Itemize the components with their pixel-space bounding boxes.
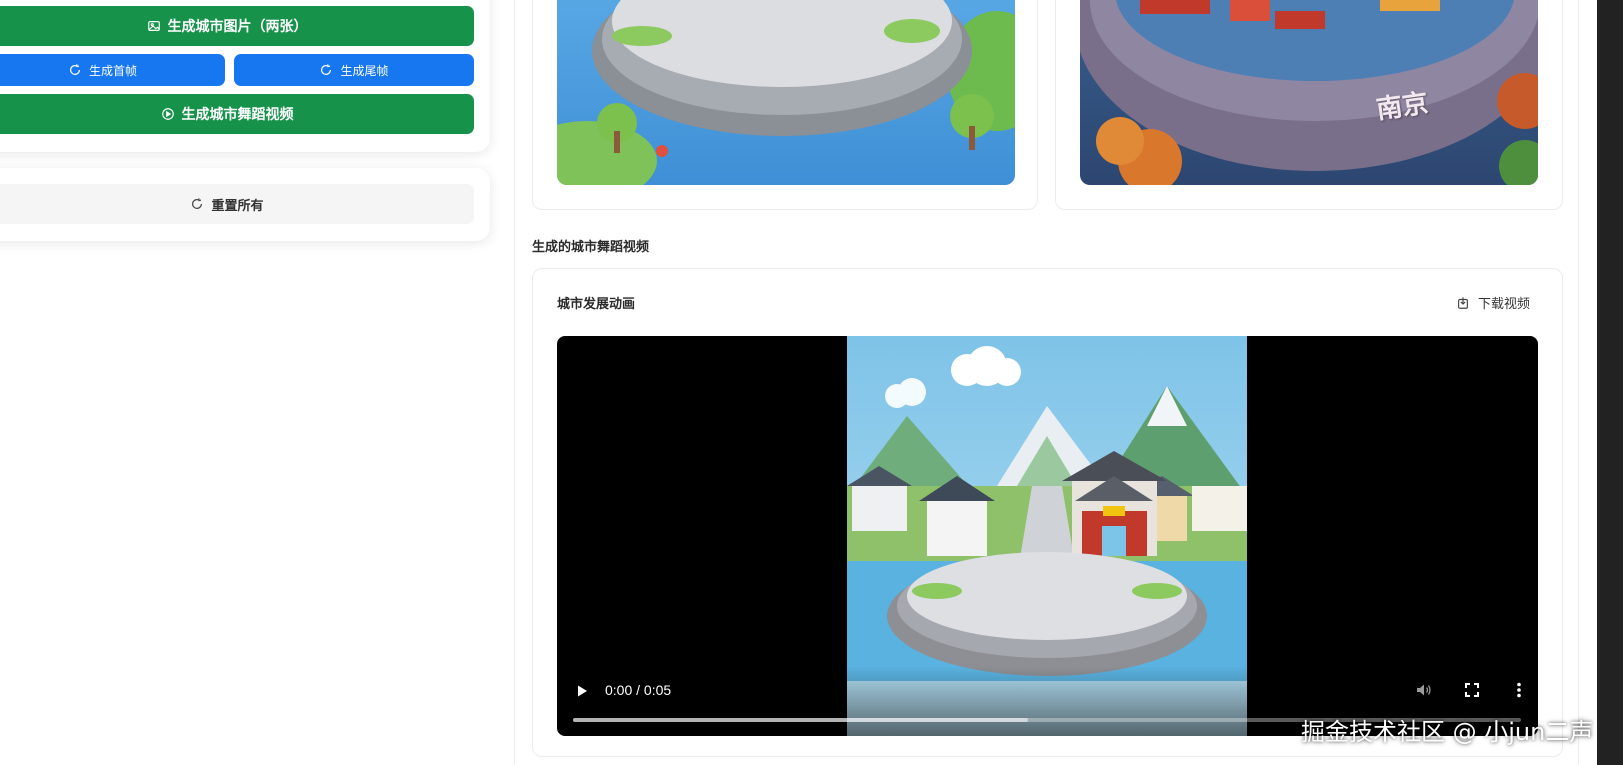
generate-first-frame-label: 生成首帧 (88, 63, 137, 78)
download-video-button[interactable]: 下载视频 (1456, 293, 1530, 312)
play-circle-icon (161, 107, 175, 121)
download-video-label: 下载视频 (1477, 297, 1530, 312)
refresh-icon (68, 63, 82, 77)
first-frame-card (532, 0, 1038, 210)
generate-dance-video-button[interactable]: 生成城市舞蹈视频 (0, 94, 474, 134)
more-options-icon[interactable] (1509, 680, 1529, 700)
progress-buffer (573, 718, 1029, 722)
download-icon (1456, 296, 1470, 310)
video-card: 城市发展动画 下载视频 0:00 / 0:05 (532, 268, 1563, 757)
generate-last-frame-button[interactable]: 生成尾帧 (234, 54, 474, 86)
fullscreen-icon[interactable] (1462, 680, 1482, 700)
last-frame-image (1080, 0, 1538, 185)
first-frame-image (557, 0, 1015, 185)
last-frame-card: 南京 (1055, 0, 1563, 210)
video-section-title: 生成的城市舞蹈视频 (532, 240, 650, 255)
play-icon[interactable] (575, 683, 589, 697)
volume-icon[interactable] (1414, 680, 1434, 700)
city-label: 南京 (1374, 88, 1431, 126)
video-card-title: 城市发展动画 (557, 297, 636, 312)
generate-city-images-button[interactable]: 生成城市图片（两张） (0, 6, 474, 46)
video-player[interactable]: 0:00 / 0:05 (557, 336, 1538, 736)
refresh-icon (319, 63, 333, 77)
generate-first-frame-button[interactable]: 生成首帧 (0, 54, 225, 86)
generate-dance-video-label: 生成城市舞蹈视频 (181, 107, 294, 123)
generate-last-frame-label: 生成尾帧 (340, 63, 389, 78)
reset-all-button[interactable]: 重置所有 (0, 184, 474, 224)
image-icon (147, 19, 161, 33)
reset-icon (190, 197, 204, 211)
panel-divider-right (1578, 0, 1579, 765)
window-edge (1597, 0, 1623, 765)
video-time: 0:00 / 0:05 (605, 682, 672, 698)
reset-all-label: 重置所有 (211, 198, 264, 214)
watermark: 掘金技术社区 @ 小jun二声 (1301, 718, 1594, 746)
generate-city-images-label: 生成城市图片（两张） (167, 19, 308, 35)
panel-divider (514, 0, 515, 765)
